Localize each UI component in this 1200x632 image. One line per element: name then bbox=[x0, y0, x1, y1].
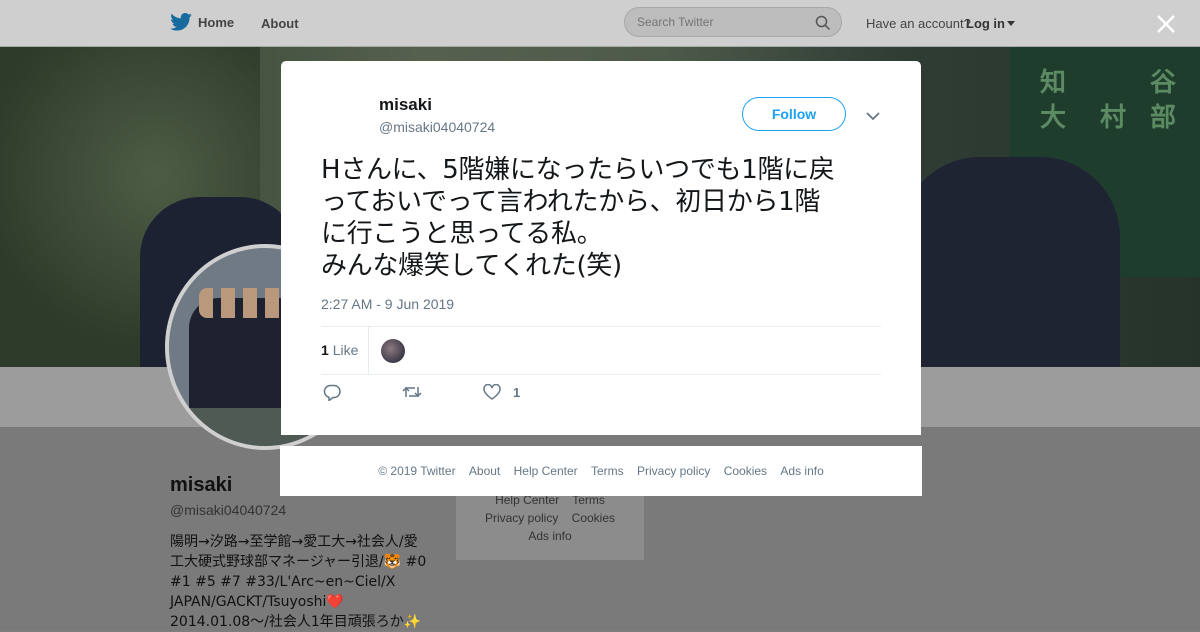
sidebar-footer-links: Help Center Terms Privacy policy Cookies… bbox=[456, 488, 644, 560]
login-label: Log in bbox=[966, 16, 1005, 31]
login-dropdown[interactable]: Log in bbox=[966, 16, 1015, 31]
scoreboard-char: 知 bbox=[1040, 68, 1067, 98]
footer-terms-link[interactable]: Terms bbox=[591, 464, 624, 478]
tweet-author-name[interactable]: misaki bbox=[379, 95, 432, 115]
account-prompt: Have an account? bbox=[866, 16, 971, 31]
close-icon[interactable] bbox=[1156, 14, 1176, 34]
footer-cookies-link[interactable]: Cookies bbox=[724, 464, 767, 478]
twitter-bird-icon bbox=[170, 13, 192, 31]
banner-player bbox=[900, 157, 1120, 367]
likes-label: Like bbox=[332, 342, 359, 358]
retweet-action[interactable] bbox=[402, 384, 422, 400]
side-privacy-link[interactable]: Privacy policy bbox=[485, 511, 558, 525]
scoreboard-char: 村 bbox=[1100, 103, 1127, 133]
profile-name[interactable]: misaki bbox=[170, 474, 232, 497]
tweet-stats: 1 Like bbox=[321, 326, 881, 375]
side-cookies-link[interactable]: Cookies bbox=[572, 511, 615, 525]
search-box[interactable] bbox=[624, 7, 842, 37]
tweet-author-avatar[interactable] bbox=[321, 95, 369, 143]
tweet-author-handle[interactable]: @misaki04040724 bbox=[379, 119, 495, 135]
nav-home-link[interactable]: Home bbox=[170, 13, 234, 31]
nav-about-link[interactable]: About bbox=[261, 16, 299, 31]
footer-copyright: © 2019 Twitter bbox=[378, 464, 456, 478]
profile-handle[interactable]: @misaki04040724 bbox=[170, 502, 286, 518]
footer-links: © 2019 Twitter About Help Center Terms P… bbox=[280, 464, 922, 478]
liker-avatar[interactable] bbox=[381, 339, 405, 363]
likes-count: 1 bbox=[321, 342, 329, 358]
footer-privacy-link[interactable]: Privacy policy bbox=[637, 464, 710, 478]
tweet-text: Hさんに、5階嫌になったらいつでも1階に戻 っておいでって言われたから、初日から… bbox=[321, 155, 835, 281]
nav-home-label: Home bbox=[198, 14, 235, 30]
scoreboard-char: 大 bbox=[1040, 103, 1067, 133]
footer-about-link[interactable]: About bbox=[469, 464, 500, 478]
footer-help-link[interactable]: Help Center bbox=[514, 464, 578, 478]
side-ads-link[interactable]: Ads info bbox=[528, 529, 571, 543]
scoreboard-char: 谷 bbox=[1150, 68, 1177, 98]
like-action[interactable]: 1 bbox=[483, 384, 520, 400]
reply-icon bbox=[323, 384, 341, 401]
search-icon[interactable] bbox=[815, 15, 831, 31]
footer-ads-link[interactable]: Ads info bbox=[780, 464, 823, 478]
modal-footer: © 2019 Twitter About Help Center Terms P… bbox=[280, 446, 922, 496]
heart-icon bbox=[483, 384, 501, 400]
likes-stat[interactable]: 1 Like bbox=[321, 342, 358, 358]
scoreboard-char: 部 bbox=[1150, 103, 1177, 133]
top-navigation: Home About Have an account? Log in bbox=[0, 0, 1200, 47]
search-input[interactable] bbox=[637, 15, 807, 29]
chevron-down-icon[interactable] bbox=[865, 110, 881, 122]
like-action-count: 1 bbox=[513, 384, 521, 400]
reply-action[interactable] bbox=[323, 384, 341, 401]
tweet-actions: 1 bbox=[321, 384, 881, 408]
follow-button[interactable]: Follow bbox=[742, 97, 846, 131]
caret-down-icon bbox=[1007, 20, 1015, 26]
tweet-timestamp[interactable]: 2:27 AM - 9 Jun 2019 bbox=[321, 296, 454, 312]
stat-divider bbox=[368, 327, 369, 374]
retweet-icon bbox=[402, 386, 422, 398]
profile-bio: 陽明→汐路→至学館→愛工大→社会人/愛 工大硬式野球部マネージャー引退/🐯 #0… bbox=[170, 534, 427, 630]
